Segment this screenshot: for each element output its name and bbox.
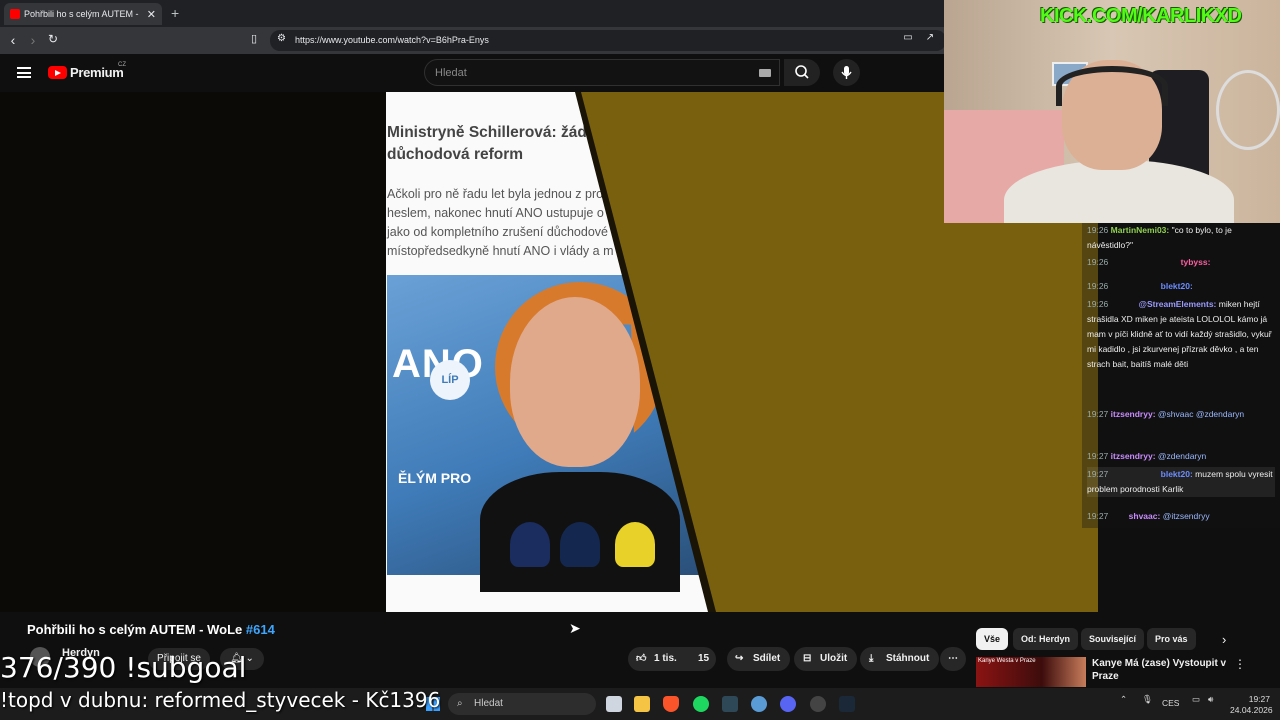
- youtube-favicon-icon: [10, 9, 20, 19]
- taskbar-search[interactable]: ⌕ Hledat: [448, 693, 596, 715]
- discord-icon[interactable]: [780, 696, 796, 712]
- download-icon: ⤓: [869, 653, 874, 664]
- webcam-overlay: KICK.COM/KARLIKXD: [944, 0, 1280, 223]
- new-tab-button[interactable]: +: [171, 5, 179, 21]
- youtube-premium-label[interactable]: Premium: [70, 65, 124, 80]
- chips-next-icon[interactable]: ›: [1222, 632, 1226, 647]
- kick-channel-url: KICK.COM/KARLIKXD: [1040, 5, 1242, 27]
- chat-message: 19:27 itzsendryy: @zdendaryn: [1087, 451, 1207, 461]
- clock[interactable]: 19:27 24.04.2026: [1230, 694, 1273, 716]
- browser-nav-bar: ‹ › ↻ ▯ ⚙ https://www.youtube.com/watch?…: [0, 27, 946, 54]
- thumbs-up-icon: 👍︎: [636, 653, 647, 664]
- save-button[interactable]: ⊟ Uložit: [794, 647, 858, 671]
- mouse-cursor-icon: ➤: [569, 620, 581, 636]
- headphones: [1056, 66, 1168, 106]
- site-info-icon[interactable]: ⚙: [277, 33, 286, 44]
- share-arrow-icon: ↪: [735, 653, 744, 664]
- clock-date: 24.04.2026: [1230, 705, 1273, 715]
- chip-for-you[interactable]: Pro vás: [1147, 628, 1196, 650]
- article-body: Ačkoli pro ně řadu let byla jednou z pro…: [387, 187, 614, 258]
- recommendation-title[interactable]: Kanye Má (zase) Vystoupit v Praze: [1092, 657, 1232, 683]
- chip-all[interactable]: Vše: [976, 628, 1009, 650]
- chip-related[interactable]: Související: [1081, 628, 1145, 650]
- microphone-2: [560, 522, 600, 567]
- chat-message: 19:27 itzsendryy: @shvaac @zdendaryn: [1087, 409, 1245, 419]
- youtube-logo-icon[interactable]: [48, 66, 67, 79]
- bookmark-icon[interactable]: ▯: [246, 32, 262, 45]
- forward-icon[interactable]: ›: [25, 32, 41, 48]
- url-text: https://www.youtube.com/watch?v=B6hPra-E…: [295, 35, 489, 45]
- app-c-icon[interactable]: [751, 696, 767, 712]
- video-title: Pohřbili ho s celým AUTEM - WoLe #614: [27, 622, 275, 637]
- language-indicator[interactable]: CES: [1162, 698, 1179, 709]
- subgoal-overlay: 376/390 !subgoal: [0, 651, 247, 684]
- back-icon[interactable]: ‹: [5, 32, 21, 48]
- brave-browser-icon[interactable]: [663, 696, 679, 712]
- tray-mic-icon[interactable]: 🎙︎: [1142, 694, 1153, 705]
- search-input[interactable]: Hledat: [424, 59, 780, 86]
- region-label: CZ: [118, 62, 126, 68]
- chip-from-herdyn[interactable]: Od: Herdyn: [1013, 628, 1079, 650]
- microphone-icon: [841, 66, 852, 79]
- stream-chat: 19:26 MartinNemi03: "co to bylo, to je n…: [1082, 223, 1280, 528]
- tab-close-icon[interactable]: ✕: [147, 8, 156, 21]
- share-icon[interactable]: ↗: [922, 32, 938, 43]
- address-bar[interactable]: ⚙ https://www.youtube.com/watch?v=B6hPra…: [270, 30, 946, 51]
- file-explorer-icon[interactable]: [634, 696, 650, 712]
- banner-lip: LÍP: [430, 360, 470, 400]
- banner-text: ĚLÝM PRO: [398, 470, 472, 486]
- steam-icon[interactable]: [839, 696, 855, 712]
- reload-icon[interactable]: ↻: [45, 32, 61, 46]
- keyboard-icon[interactable]: [759, 69, 771, 77]
- chat-message: 19:26 @StreamElements: miken hejtí straš…: [1087, 299, 1272, 369]
- search-button[interactable]: [784, 59, 820, 86]
- obs-icon[interactable]: [810, 696, 826, 712]
- clock-time: 19:27: [1248, 694, 1270, 704]
- fan: [1216, 70, 1280, 150]
- browser-tab[interactable]: Pohřbili ho s celým AUTEM - ✕: [4, 3, 162, 25]
- voice-search-button[interactable]: [833, 59, 860, 86]
- episode-hashtag[interactable]: #614: [246, 622, 275, 637]
- volume-icon[interactable]: 🔊︎: [1208, 694, 1213, 705]
- video-player[interactable]: Ministryně Schillerová: žádná důchodová …: [0, 92, 1098, 612]
- search-placeholder: Hledat: [435, 67, 467, 79]
- search-icon: [795, 65, 809, 79]
- app-icon[interactable]: [722, 696, 738, 712]
- tab-title: Pohřbili ho s celým AUTEM -: [24, 9, 139, 19]
- microphone-ct: [510, 522, 550, 567]
- share-button[interactable]: ↪ Sdílet: [727, 647, 791, 671]
- top-donor-overlay: !topd v dubnu: reformed_styvecek - Kč139…: [0, 688, 441, 712]
- chat-message: 19:26 blekt20:: [1087, 281, 1193, 291]
- spotify-icon[interactable]: [693, 696, 709, 712]
- network-icon[interactable]: ▭: [1192, 694, 1200, 705]
- chat-message: 19:27 shvaac: @itzsendryy: [1087, 511, 1210, 521]
- youtube-header: Premium CZ Hledat: [0, 54, 944, 92]
- microphone-3: [615, 522, 655, 567]
- tray-chevron-icon[interactable]: ⌃: [1120, 694, 1127, 705]
- recommendation-thumbnail[interactable]: Kanye Westa v Praze: [976, 657, 1086, 687]
- chat-message: 19:26 MartinNemi03: "co to bylo, to je n…: [1087, 225, 1232, 250]
- download-button[interactable]: ⤓ Stáhnout: [860, 647, 940, 671]
- chat-message: 19:26 tybyss:: [1087, 257, 1211, 267]
- bookmark-save-icon: ⊟: [803, 653, 812, 664]
- recommendation-menu-icon[interactable]: ⋮: [1234, 657, 1246, 671]
- cast-icon[interactable]: ▭: [900, 32, 916, 43]
- browser-tab-bar: Pohřbili ho s celým AUTEM - ✕ +: [0, 0, 944, 27]
- more-actions-button[interactable]: ⋯: [940, 647, 966, 671]
- chat-message-highlighted: 19:27 blekt20: muzem spolu vyresit probl…: [1087, 467, 1275, 497]
- taskbar-search-icon: ⌕: [457, 698, 463, 709]
- menu-icon[interactable]: [17, 67, 31, 78]
- face: [510, 297, 640, 467]
- like-button[interactable]: 👍︎ 1 tis. 15: [628, 647, 716, 671]
- task-view-icon[interactable]: [606, 696, 622, 712]
